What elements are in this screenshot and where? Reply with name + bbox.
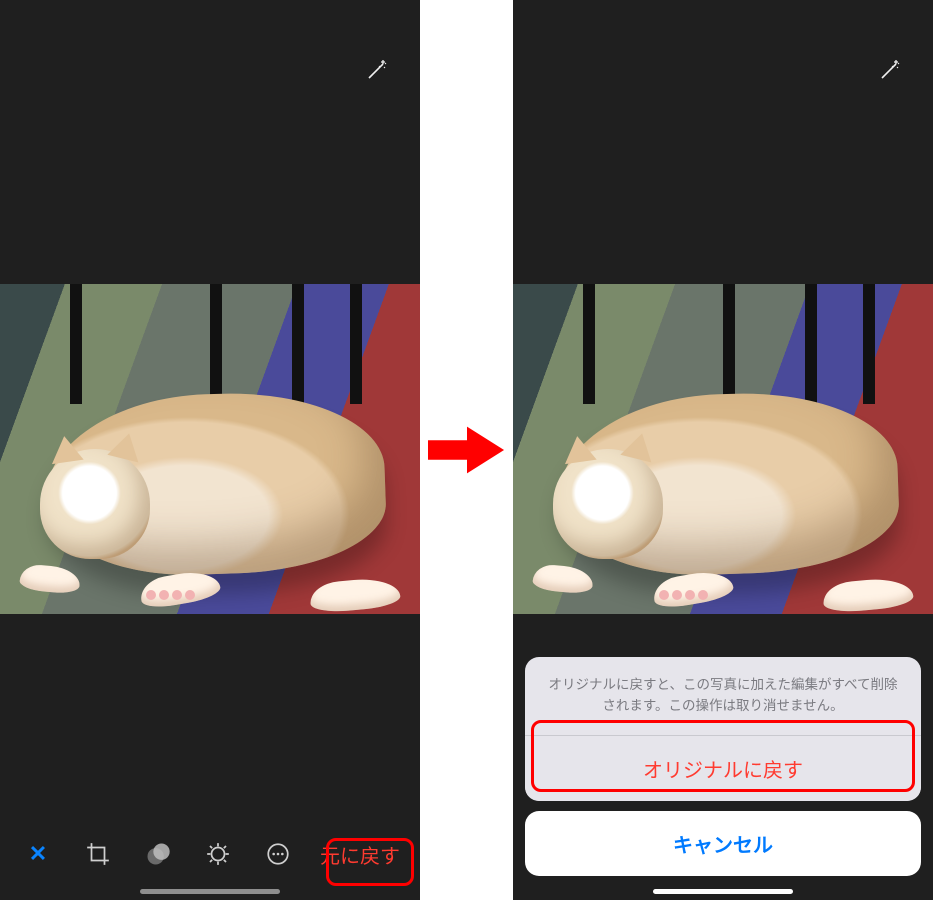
editor-top-area: [513, 0, 933, 284]
magic-wand-icon[interactable]: [875, 55, 905, 85]
cancel-button[interactable]: キャンセル: [525, 811, 921, 876]
photo-preview: [513, 284, 933, 614]
phone-editor-screen: ✕ 元に戻す: [0, 0, 420, 900]
home-indicator[interactable]: [140, 889, 280, 894]
phone-actionsheet-screen: オリジナルに戻すと、この写真に加えた編集がすべて削除されます。この操作は取り消せ…: [513, 0, 933, 900]
cancel-button[interactable]: ✕: [14, 830, 62, 878]
adjust-icon[interactable]: [194, 830, 242, 878]
revert-to-original-button[interactable]: オリジナルに戻す: [525, 735, 921, 801]
action-sheet-message: オリジナルに戻すと、この写真に加えた編集がすべて削除されます。この操作は取り消せ…: [525, 657, 921, 735]
action-sheet-group: オリジナルに戻すと、この写真に加えた編集がすべて削除されます。この操作は取り消せ…: [525, 657, 921, 801]
action-sheet-cancel-group: キャンセル: [525, 811, 921, 876]
home-indicator[interactable]: [653, 889, 793, 894]
action-sheet: オリジナルに戻すと、この写真に加えた編集がすべて削除されます。この操作は取り消せ…: [525, 657, 921, 876]
filters-icon[interactable]: [134, 830, 182, 878]
more-icon[interactable]: [254, 830, 302, 878]
magic-wand-icon[interactable]: [362, 55, 392, 85]
arrow-icon: [427, 420, 507, 480]
editor-toolbar: ✕ 元に戻す: [0, 830, 420, 878]
crop-icon[interactable]: [74, 830, 122, 878]
revert-button[interactable]: 元に戻す: [314, 836, 406, 873]
editor-top-area: [0, 0, 420, 284]
photo-preview[interactable]: [0, 284, 420, 614]
